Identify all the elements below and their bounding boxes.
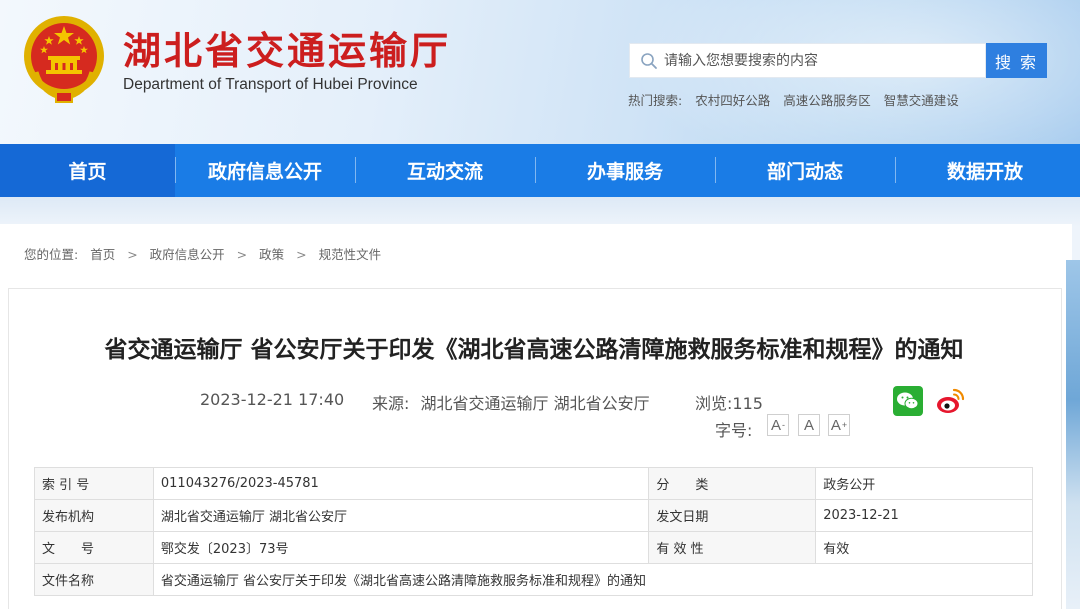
- breadcrumb-separator: >: [236, 247, 248, 262]
- breadcrumb-link[interactable]: 首页: [90, 247, 115, 262]
- breadcrumb-link[interactable]: 政府信息公开: [150, 247, 225, 262]
- nav-item-home[interactable]: 首页: [0, 144, 175, 197]
- weibo-icon[interactable]: [935, 386, 965, 416]
- font-decrease-button[interactable]: A-: [767, 414, 789, 436]
- breadcrumb-link[interactable]: 政策: [259, 247, 284, 262]
- article-datetime: 2023-12-21 17:40: [200, 390, 345, 409]
- hot-search-link[interactable]: 智慧交通建设: [884, 93, 959, 108]
- nav-item-services[interactable]: 办事服务: [535, 144, 715, 197]
- table-key: 索 引 号: [34, 467, 154, 500]
- table-value: 有效: [815, 531, 1033, 564]
- wechat-icon[interactable]: [893, 386, 923, 416]
- views-value: 115: [732, 394, 763, 413]
- breadcrumb-separator: >: [296, 247, 307, 262]
- site-title[interactable]: 湖北省交通运输厅: [123, 20, 451, 75]
- source-value: 湖北省交通运输厅 湖北省公安厅: [420, 394, 650, 413]
- font-button-letter: A: [770, 416, 781, 434]
- site-header: 湖北省交通运输厅 Department of Transport of Hube…: [0, 0, 1080, 144]
- table-row: 索 引 号 011043276/2023-45781 分 类 政务公开: [34, 467, 1033, 500]
- search-input[interactable]: [664, 44, 982, 77]
- search-button[interactable]: 搜 索: [986, 43, 1047, 78]
- hot-search: 热门搜索: 农村四好公路 高速公路服务区 智慧交通建设: [628, 90, 959, 109]
- table-key: 发文日期: [648, 499, 817, 532]
- table-value: 2023-12-21: [815, 499, 1033, 532]
- hot-search-label: 热门搜索:: [628, 93, 683, 108]
- nav-item-interaction[interactable]: 互动交流: [355, 144, 535, 197]
- font-button-letter: A: [803, 416, 814, 434]
- search-icon: [641, 53, 657, 69]
- breadcrumb: 您的位置: 首页 > 政府信息公开 > 政策 > 规范性文件: [24, 244, 389, 263]
- background-road-image: [1066, 260, 1080, 609]
- fontsize-label: 字号:: [715, 421, 753, 440]
- font-button-mark: +: [841, 420, 848, 430]
- views-label: 浏览:: [695, 394, 733, 413]
- article-title: 省交通运输厅 省公安厅关于印发《湖北省高速公路清障施救服务标准和规程》的通知: [104, 337, 964, 363]
- breadcrumb-link[interactable]: 规范性文件: [319, 247, 382, 262]
- search-box: [629, 43, 986, 78]
- table-key: 发布机构: [34, 499, 154, 532]
- table-value: 鄂交发〔2023〕73号: [152, 531, 650, 564]
- national-emblem-icon[interactable]: [22, 12, 106, 104]
- font-default-button[interactable]: A: [798, 414, 820, 436]
- table-value: 湖北省交通运输厅 湖北省公安厅: [152, 499, 650, 532]
- table-row: 文 号 鄂交发〔2023〕73号 有 效 性 有效: [34, 531, 1033, 564]
- table-value: 011043276/2023-45781: [152, 467, 650, 500]
- hot-search-link[interactable]: 高速公路服务区: [783, 93, 871, 108]
- article-views: 浏览:115: [695, 390, 763, 414]
- table-key: 分 类: [648, 467, 817, 500]
- breadcrumb-separator: >: [127, 247, 138, 262]
- site-subtitle: Department of Transport of Hubei Provinc…: [123, 76, 418, 93]
- table-key: 有 效 性: [648, 531, 817, 564]
- hot-search-link[interactable]: 农村四好公路: [695, 93, 770, 108]
- table-row: 文件名称 省交通运输厅 省公安厅关于印发《湖北省高速公路清障施救服务标准和规程》…: [34, 563, 1034, 596]
- nav-item-open-data[interactable]: 数据开放: [895, 144, 1075, 197]
- nav-item-news[interactable]: 部门动态: [715, 144, 895, 197]
- table-row: 发布机构 湖北省交通运输厅 湖北省公安厅 发文日期 2023-12-21: [34, 499, 1033, 532]
- main-nav: 首页 政府信息公开 互动交流 办事服务 部门动态 数据开放: [0, 144, 1080, 197]
- document-info-table: 索 引 号 011043276/2023-45781 分 类 政务公开 发布机构…: [34, 467, 1034, 596]
- nav-item-gov-info[interactable]: 政府信息公开: [175, 144, 355, 197]
- table-key: 文件名称: [34, 563, 154, 596]
- table-value: 政务公开: [815, 467, 1033, 500]
- page-background-band: [0, 197, 1080, 227]
- table-value: 省交通运输厅 省公安厅关于印发《湖北省高速公路清障施救服务标准和规程》的通知: [152, 563, 1034, 596]
- font-button-letter: A: [830, 416, 841, 434]
- font-button-mark: -: [782, 420, 785, 430]
- source-label: 来源:: [372, 394, 410, 413]
- font-increase-button[interactable]: A +: [828, 414, 850, 436]
- breadcrumb-label: 您的位置:: [24, 247, 79, 262]
- article-source: 来源: 湖北省交通运输厅 湖北省公安厅: [372, 390, 650, 414]
- table-key: 文 号: [34, 531, 154, 564]
